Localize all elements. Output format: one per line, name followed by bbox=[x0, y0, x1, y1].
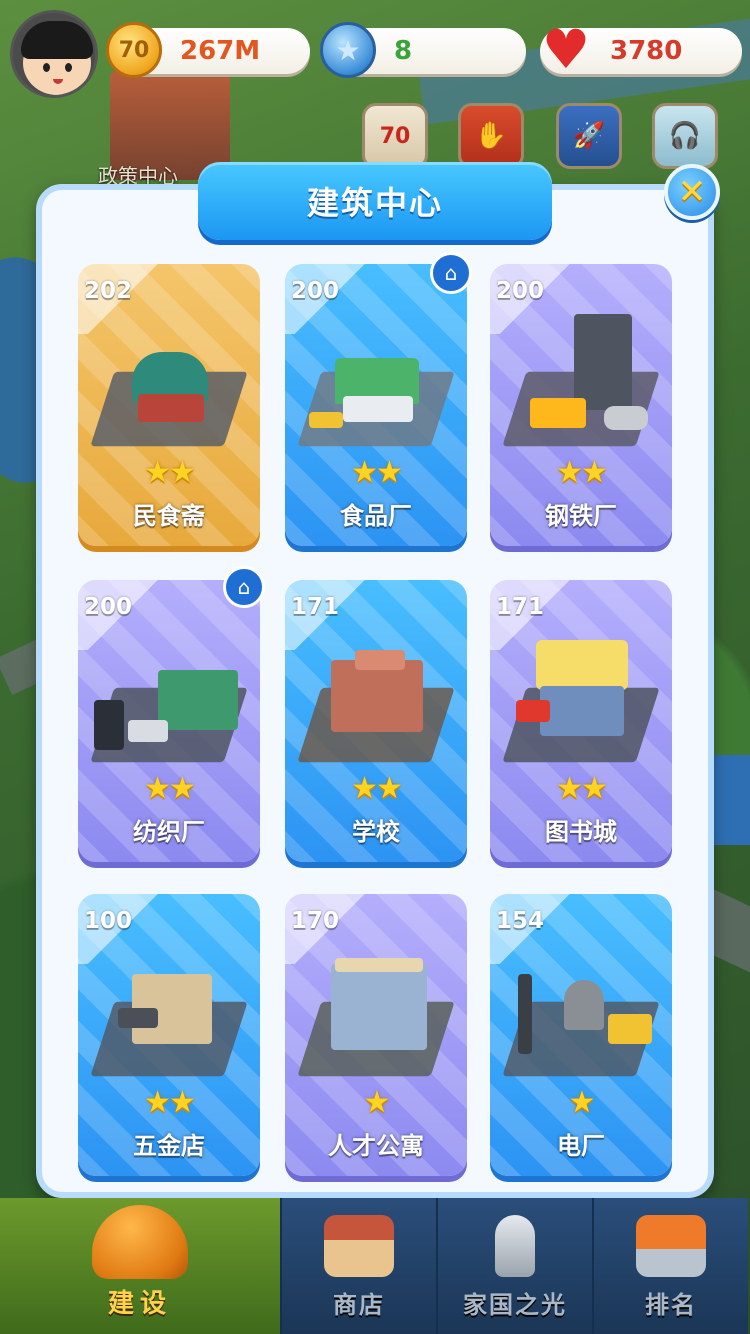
building-card[interactable]: 100 ★★ 五金店 bbox=[78, 894, 260, 1176]
event-70-icon: 70 bbox=[379, 123, 411, 149]
building-card[interactable]: 170 ★ 人才公寓 bbox=[285, 894, 467, 1176]
building-grid: 202 ★★ 民食斋 200 ★★ 食品厂 200 ★★ 钢铁厂 200 ★★ … bbox=[78, 252, 674, 1186]
coin-value: 267M bbox=[180, 36, 261, 66]
nav-national-glory[interactable]: 家国之光 bbox=[436, 1198, 592, 1334]
building-count: 170 bbox=[291, 908, 340, 934]
panel-title: 建筑中心 bbox=[198, 162, 552, 240]
building-name: 图书城 bbox=[545, 818, 617, 846]
building-name: 五金店 bbox=[133, 1132, 205, 1160]
star-rating: ★★ bbox=[144, 771, 196, 806]
close-button[interactable]: ✕ bbox=[664, 164, 720, 220]
building-card[interactable]: 200 ★★ 纺织厂 bbox=[78, 580, 260, 862]
building-card[interactable]: 171 ★★ 学校 bbox=[285, 580, 467, 862]
nav-ranking[interactable]: 排名 bbox=[592, 1198, 748, 1334]
star-rating: ★ bbox=[568, 1085, 596, 1120]
handshake-icon: ✋ bbox=[474, 121, 508, 151]
support-button[interactable]: 🎧 bbox=[652, 103, 718, 169]
building-name: 人才公寓 bbox=[328, 1132, 424, 1160]
event-70-button[interactable]: 70 bbox=[362, 103, 428, 169]
heart-value: 3780 bbox=[610, 36, 683, 66]
building-illustration bbox=[88, 314, 250, 454]
ranking-icon bbox=[636, 1215, 706, 1277]
rocket-icon: 🚀 bbox=[572, 121, 606, 151]
avatar-hair bbox=[21, 21, 93, 59]
star-rating: ★★ bbox=[351, 771, 403, 806]
building-illustration bbox=[500, 314, 662, 454]
bottom-nav: 建设 商店 家国之光 排名 bbox=[0, 1198, 750, 1334]
star-rating: ★★ bbox=[556, 455, 608, 490]
building-count: 202 bbox=[84, 278, 133, 304]
building-illustration bbox=[88, 630, 250, 770]
building-count: 200 bbox=[291, 278, 340, 304]
building-name: 学校 bbox=[352, 818, 400, 846]
handshake-button[interactable]: ✋ bbox=[458, 103, 524, 169]
rocket-icon bbox=[495, 1215, 535, 1277]
building-illustration bbox=[88, 944, 250, 1084]
nav-label: 商店 bbox=[333, 1291, 385, 1319]
building-illustration bbox=[500, 630, 662, 770]
building-card[interactable]: 200 ★★ 钢铁厂 bbox=[490, 264, 672, 546]
coin-icon-text: 70 bbox=[118, 37, 150, 63]
star-rating: ★★ bbox=[556, 771, 608, 806]
star-counter[interactable]: ★ 8 bbox=[320, 22, 526, 78]
building-name: 食品厂 bbox=[340, 502, 412, 530]
nav-shop[interactable]: 商店 bbox=[280, 1198, 436, 1334]
star-rating: ★★ bbox=[144, 455, 196, 490]
star-value: 8 bbox=[394, 36, 413, 66]
building-illustration bbox=[295, 630, 457, 770]
player-avatar[interactable] bbox=[10, 10, 98, 98]
nav-label: 建设 bbox=[107, 1289, 172, 1319]
heart-icon: ♥ bbox=[541, 18, 591, 81]
star-rating: ★★ bbox=[144, 1085, 196, 1120]
blue-star-icon: ★ bbox=[320, 22, 376, 78]
star-rating: ★ bbox=[363, 1085, 391, 1120]
building-name: 电厂 bbox=[557, 1132, 605, 1160]
hard-hat-icon bbox=[92, 1205, 188, 1279]
nav-label: 排名 bbox=[645, 1291, 697, 1319]
building-name: 钢铁厂 bbox=[545, 502, 617, 530]
building-name: 民食斋 bbox=[133, 502, 205, 530]
rocket-event-button[interactable]: 🚀 bbox=[556, 103, 622, 169]
close-icon: ✕ bbox=[677, 172, 707, 212]
building-name: 纺织厂 bbox=[133, 818, 205, 846]
building-illustration bbox=[500, 944, 662, 1084]
building-count: 100 bbox=[84, 908, 133, 934]
heart-counter[interactable]: ♥ 3780 bbox=[540, 23, 742, 77]
building-count: 200 bbox=[84, 594, 133, 620]
coin-70-icon: 70 bbox=[106, 22, 162, 78]
home-icon: ⌂ bbox=[430, 252, 472, 294]
avatar-eye bbox=[65, 63, 72, 72]
home-icon: ⌂ bbox=[223, 566, 265, 608]
coin-counter[interactable]: 70 267M bbox=[106, 22, 310, 78]
building-count: 171 bbox=[291, 594, 340, 620]
nav-label: 家国之光 bbox=[463, 1291, 567, 1319]
shop-icon bbox=[324, 1215, 394, 1277]
building-count: 171 bbox=[496, 594, 545, 620]
building-illustration bbox=[295, 944, 457, 1084]
building-count: 200 bbox=[496, 278, 545, 304]
avatar-eye bbox=[43, 63, 50, 72]
building-card[interactable]: 200 ★★ 食品厂 bbox=[285, 264, 467, 546]
building-card[interactable]: 171 ★★ 图书城 bbox=[490, 580, 672, 862]
nav-build[interactable]: 建设 bbox=[0, 1198, 280, 1334]
star-rating: ★★ bbox=[351, 455, 403, 490]
headset-agent-icon: 🎧 bbox=[668, 121, 702, 151]
building-count: 154 bbox=[496, 908, 545, 934]
building-card[interactable]: 154 ★ 电厂 bbox=[490, 894, 672, 1176]
building-card[interactable]: 202 ★★ 民食斋 bbox=[78, 264, 260, 546]
building-illustration bbox=[295, 314, 457, 454]
